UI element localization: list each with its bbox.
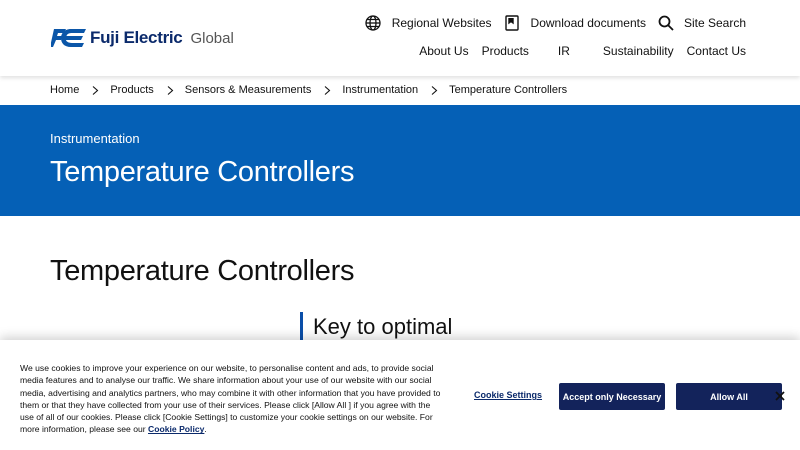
hero-title: Temperature Controllers <box>50 156 355 188</box>
cookie-settings-button[interactable]: Cookie Settings <box>474 390 542 400</box>
breadcrumb-instrumentation[interactable]: Instrumentation <box>342 84 418 96</box>
globe-icon <box>365 14 382 31</box>
hero-banner: Instrumentation Temperature Controllers <box>0 105 800 216</box>
chevron-right-icon <box>431 85 438 95</box>
breadcrumb: Home Products Sensors & Measurements Ins… <box>50 84 567 96</box>
nav-products[interactable]: Products <box>482 44 529 58</box>
chevron-right-icon <box>167 85 174 95</box>
page-title: Temperature Controllers <box>50 255 355 287</box>
main-nav: About Us Products IR Sustainability Cont… <box>419 44 746 58</box>
download-documents-link[interactable]: Download documents <box>504 14 646 31</box>
regional-websites-label: Regional Websites <box>391 15 492 30</box>
nav-contact-us[interactable]: Contact Us <box>687 44 746 58</box>
search-icon <box>658 14 675 31</box>
breadcrumb-products[interactable]: Products <box>110 84 153 96</box>
cookie-description: We use cookies to improve your experienc… <box>20 362 445 436</box>
section-heading: Key to optimal <box>300 312 452 342</box>
nav-ir[interactable]: IR <box>558 44 570 58</box>
nav-about-us[interactable]: About Us <box>419 44 468 58</box>
logo-global: Global <box>190 29 234 47</box>
regional-websites-link[interactable]: Regional Websites <box>365 14 492 31</box>
chevron-right-icon <box>92 85 99 95</box>
logo-text: Fuji Electric <box>90 28 183 47</box>
breadcrumb-current: Temperature Controllers <box>449 84 568 96</box>
nav-sustainability[interactable]: Sustainability <box>603 44 674 58</box>
cookie-text-end: . <box>204 424 207 435</box>
site-search-label: Site Search <box>683 15 746 30</box>
document-icon <box>504 14 521 31</box>
site-search-link[interactable]: Site Search <box>658 14 746 31</box>
cookie-policy-link[interactable]: Cookie Policy <box>148 424 204 434</box>
fe-logo-mark-icon <box>51 29 86 47</box>
close-icon[interactable] <box>772 388 788 404</box>
hero-subtitle: Instrumentation <box>50 131 140 146</box>
download-documents-label: Download documents <box>530 15 646 30</box>
utility-nav: Regional Websites Download documents Sit… <box>365 14 746 31</box>
breadcrumb-home[interactable]: Home <box>50 84 79 96</box>
allow-all-button[interactable]: Allow All <box>676 383 782 410</box>
site-header: Fuji Electric Global Regional Websites D… <box>0 0 800 76</box>
cookie-consent-banner: We use cookies to improve your experienc… <box>0 340 800 450</box>
chevron-right-icon <box>324 85 331 95</box>
breadcrumb-sensors[interactable]: Sensors & Measurements <box>185 84 312 96</box>
accept-necessary-button[interactable]: Accept only Necessary <box>559 383 665 410</box>
cookie-text: We use cookies to improve your experienc… <box>20 363 441 435</box>
fuji-electric-logo[interactable]: Fuji Electric Global <box>51 26 234 50</box>
